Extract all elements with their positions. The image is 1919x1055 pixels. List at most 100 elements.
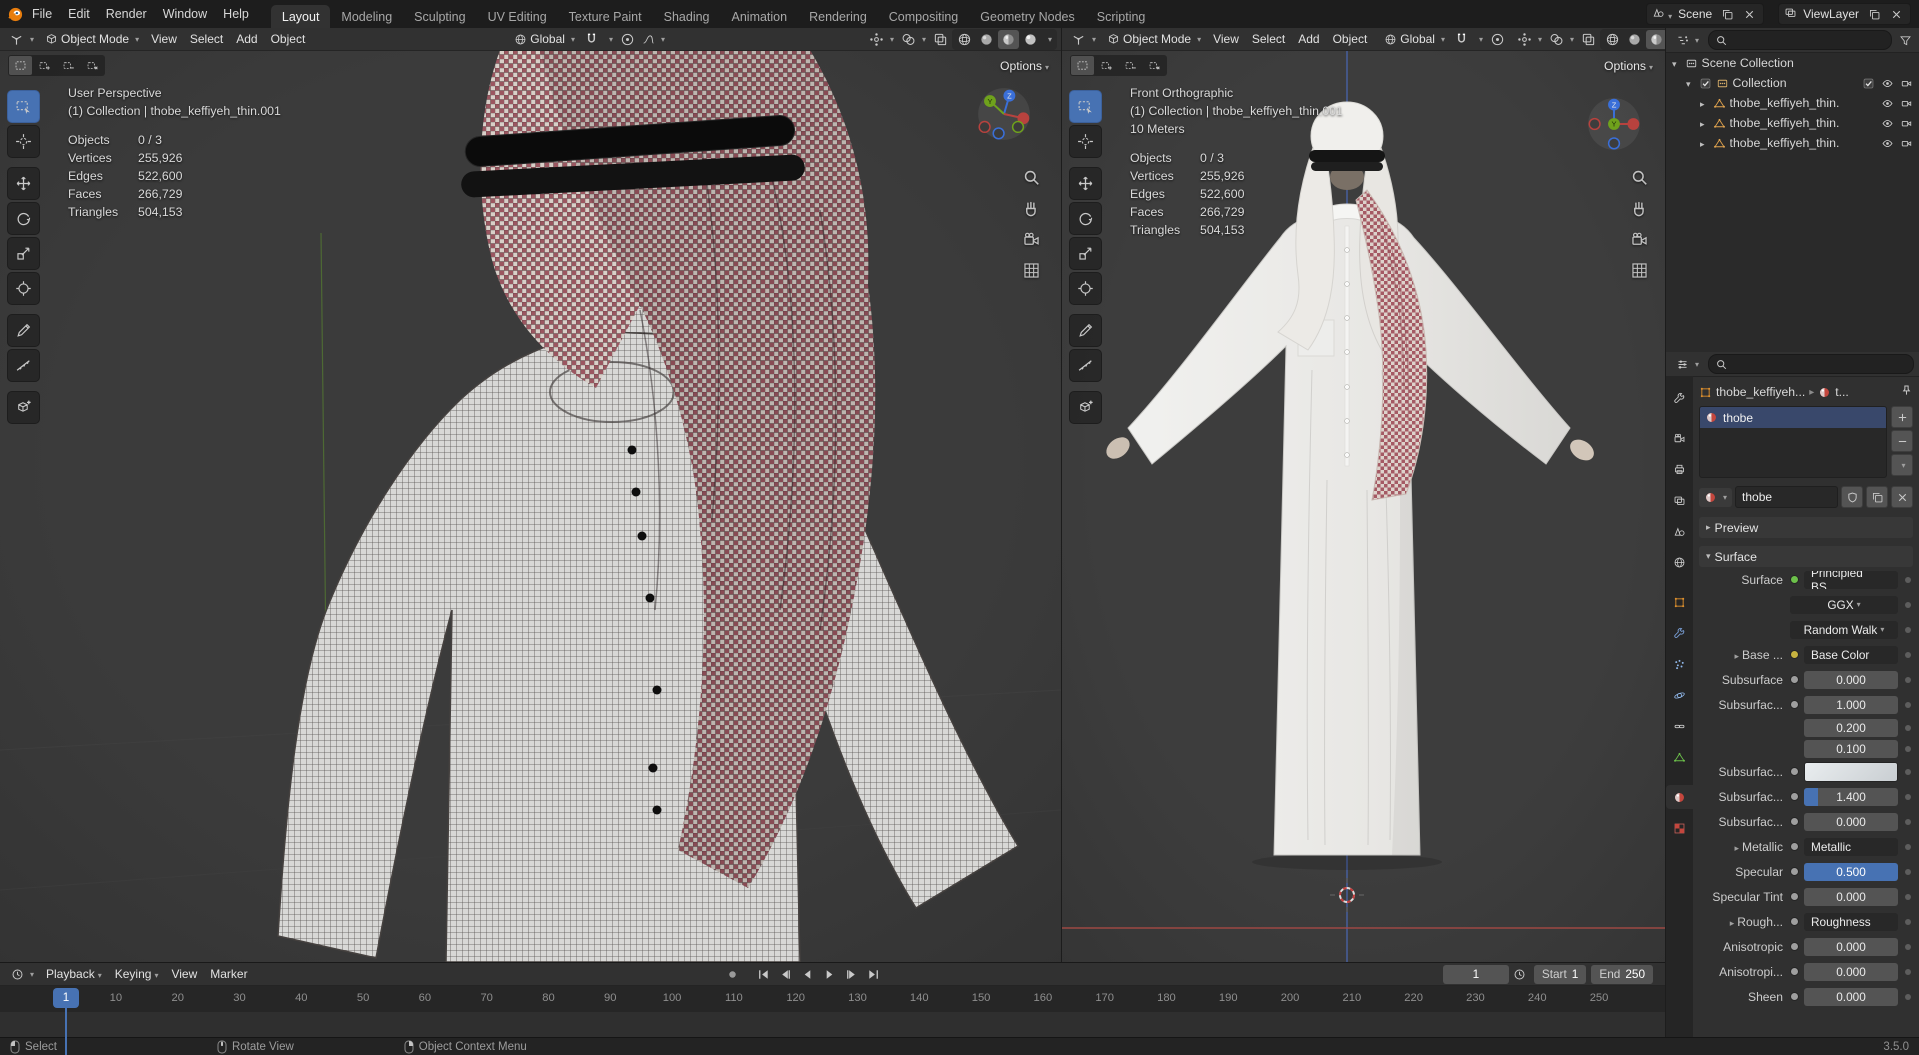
menu-playback[interactable]: Playback xyxy=(40,967,108,981)
menu-render[interactable]: Render xyxy=(98,0,155,28)
tab-physics[interactable] xyxy=(1666,683,1693,707)
radius-x-field[interactable]: 1.000 xyxy=(1804,695,1898,714)
sheen-field[interactable]: 0.000 xyxy=(1804,987,1898,1006)
snap-settings-button[interactable] xyxy=(603,30,616,49)
navigation-gizmo[interactable]: Z Y xyxy=(1586,96,1642,152)
current-frame-field[interactable]: 1 xyxy=(1442,964,1509,984)
decorator-icon[interactable] xyxy=(1905,701,1911,708)
tool-transform[interactable] xyxy=(7,272,40,305)
slot-specials-button[interactable] xyxy=(1891,454,1913,476)
options-dropdown[interactable]: Options xyxy=(1604,59,1653,73)
decorator-icon[interactable] xyxy=(1905,676,1911,683)
snap-toggle-button[interactable] xyxy=(581,30,602,49)
decorator-icon[interactable] xyxy=(1905,818,1911,825)
workspace-tab-sculpting[interactable]: Sculpting xyxy=(403,5,476,28)
menu-keying[interactable]: Keying xyxy=(109,967,165,981)
zoom-icon[interactable] xyxy=(1022,168,1041,187)
pan-hand-icon[interactable] xyxy=(1022,199,1041,218)
subsurface-value-field[interactable]: 0.000 xyxy=(1804,670,1898,689)
menu-help[interactable]: Help xyxy=(215,0,257,28)
menu-object[interactable]: Object xyxy=(265,32,312,46)
specular-tint-field[interactable]: 0.000 xyxy=(1804,887,1898,906)
row-label[interactable]: Base ... xyxy=(1699,648,1783,662)
tool-rotate[interactable] xyxy=(7,202,40,235)
properties-search-input[interactable] xyxy=(1708,354,1914,374)
select-mode-extend-button[interactable] xyxy=(33,56,56,75)
scene-browse-icon[interactable] xyxy=(1652,6,1672,22)
hide-eye-icon[interactable] xyxy=(1881,97,1894,110)
fake-user-button[interactable] xyxy=(1841,486,1863,508)
menu-view[interactable]: View xyxy=(145,32,183,46)
expand-icon[interactable] xyxy=(1700,96,1709,110)
tool-move[interactable] xyxy=(1069,167,1102,200)
base-color-link-field[interactable]: Base Color xyxy=(1804,645,1898,664)
decorator-icon[interactable] xyxy=(1905,724,1911,731)
tool-select-box[interactable] xyxy=(1069,90,1102,123)
select-mode-new-button[interactable] xyxy=(9,56,32,75)
surface-shader-field[interactable]: Principled BS... xyxy=(1804,570,1898,589)
shading-wireframe-button[interactable] xyxy=(954,30,975,49)
tool-measure[interactable] xyxy=(1069,349,1102,382)
shading-solid-button[interactable] xyxy=(976,30,997,49)
radius-y-field[interactable]: 0.200 xyxy=(1804,718,1898,737)
menu-object[interactable]: Object xyxy=(1327,32,1374,46)
browse-material-button[interactable] xyxy=(1699,487,1733,507)
camera-view-icon[interactable] xyxy=(1630,230,1649,249)
remove-view-layer-icon[interactable] xyxy=(1887,5,1905,23)
unlink-scene-icon[interactable] xyxy=(1740,5,1758,23)
xray-toggle-button[interactable] xyxy=(1578,30,1599,49)
menu-marker[interactable]: Marker xyxy=(204,967,253,981)
specular-field[interactable]: 0.500 xyxy=(1804,862,1898,881)
workspace-tab-compositing[interactable]: Compositing xyxy=(878,5,969,28)
decorator-icon[interactable] xyxy=(1905,626,1911,633)
outliner-row-collection[interactable]: Collection xyxy=(1666,73,1919,93)
shading-solid-button[interactable] xyxy=(1624,30,1645,49)
tab-output[interactable] xyxy=(1666,457,1693,481)
navigation-gizmo[interactable]: Z Y xyxy=(976,86,1032,142)
select-mode-subtract-button[interactable] xyxy=(1119,56,1142,75)
row-label[interactable]: Metallic xyxy=(1699,840,1783,854)
tool-transform[interactable] xyxy=(1069,272,1102,305)
tab-object[interactable] xyxy=(1666,590,1693,614)
decorator-icon[interactable] xyxy=(1905,745,1911,752)
tool-add-cube[interactable] xyxy=(1069,391,1102,424)
camera-view-icon[interactable] xyxy=(1022,230,1041,249)
decorator-icon[interactable] xyxy=(1905,651,1911,658)
breadcrumb-object[interactable]: thobe_keffiyeh... xyxy=(1716,385,1805,399)
mode-selector[interactable]: Object Mode xyxy=(1102,30,1206,49)
editor-type-button[interactable] xyxy=(1066,30,1101,49)
transform-orientation-selector[interactable]: Global xyxy=(1379,30,1450,49)
timeline-editor-type-button[interactable] xyxy=(6,965,39,984)
outliner-row-object[interactable]: thobe_keffiyeh_thin. xyxy=(1666,133,1919,153)
proportional-editing-button[interactable] xyxy=(1487,30,1508,49)
3d-viewport-canvas-right[interactable] xyxy=(1062,50,1665,962)
decorator-icon[interactable] xyxy=(1905,918,1911,925)
jump-to-start-button[interactable] xyxy=(753,965,774,984)
tool-add-cube[interactable] xyxy=(7,391,40,424)
3d-viewport-canvas-left[interactable] xyxy=(0,50,1061,962)
remove-slot-button[interactable] xyxy=(1891,430,1913,452)
view-layer-selector[interactable]: ViewLayer xyxy=(1778,3,1911,25)
tab-tool[interactable] xyxy=(1666,386,1693,410)
row-label[interactable]: Rough... xyxy=(1699,915,1783,929)
new-scene-icon[interactable] xyxy=(1718,5,1736,23)
proportional-falloff-button[interactable] xyxy=(639,30,668,49)
tab-object-data[interactable] xyxy=(1666,745,1693,769)
decorator-icon[interactable] xyxy=(1905,768,1911,775)
outliner-filter-icon[interactable] xyxy=(1896,31,1914,49)
properties-editor-type-button[interactable] xyxy=(1671,355,1704,374)
tab-view-layer[interactable] xyxy=(1666,488,1693,512)
tool-move[interactable] xyxy=(7,167,40,200)
shading-material-button[interactable] xyxy=(997,29,1019,49)
workspace-tab-rendering[interactable]: Rendering xyxy=(798,5,878,28)
transform-orientation-selector[interactable]: Global xyxy=(509,30,580,49)
expand-icon[interactable] xyxy=(1672,56,1681,70)
new-material-button[interactable] xyxy=(1866,486,1888,508)
previous-keyframe-button[interactable] xyxy=(775,965,796,984)
menu-view[interactable]: View xyxy=(165,967,203,981)
pan-hand-icon[interactable] xyxy=(1630,199,1649,218)
tool-cursor[interactable] xyxy=(1069,125,1102,158)
decorator-icon[interactable] xyxy=(1905,843,1911,850)
zoom-icon[interactable] xyxy=(1630,168,1649,187)
editor-type-button[interactable] xyxy=(4,30,39,49)
